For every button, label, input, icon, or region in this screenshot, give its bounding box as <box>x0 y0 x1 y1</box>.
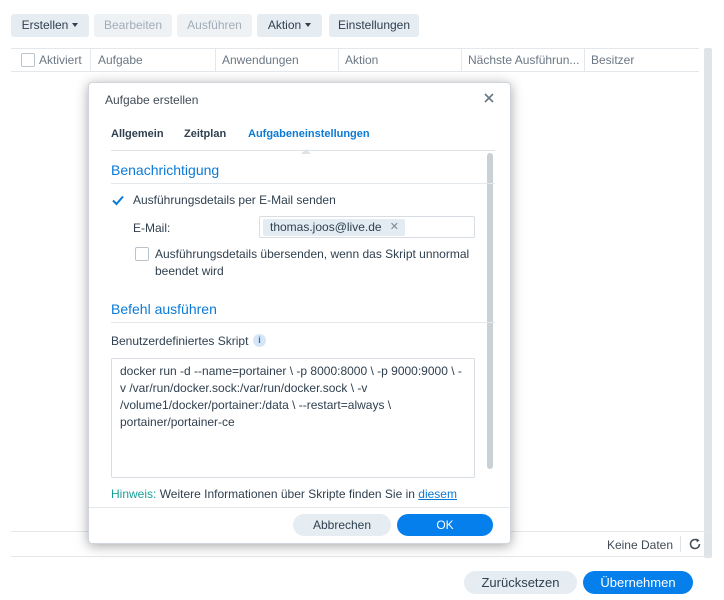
email-chip-text: thomas.joos@live.de <box>270 220 382 234</box>
dialog-footer-divider <box>89 507 510 508</box>
checkmark-icon[interactable] <box>111 193 125 207</box>
command-section-title: Befehl ausführen <box>111 301 217 317</box>
footer-divider <box>680 536 681 552</box>
send-details-label: Ausführungsdetails per E-Mail senden <box>133 193 336 207</box>
script-label: Benutzerdefiniertes Skript <box>111 334 249 348</box>
abnormal-exit-label-line2: beendet wird <box>155 264 224 278</box>
select-all-checkbox[interactable] <box>21 53 35 67</box>
remove-chip-icon[interactable]: ✕ <box>390 219 399 236</box>
dialog-title: Aufgabe erstellen <box>105 93 199 107</box>
create-button[interactable]: Erstellen <box>11 14 89 37</box>
section-divider <box>111 322 495 323</box>
no-data-text: Keine Daten <box>606 538 673 552</box>
notification-section-title: Benachrichtigung <box>111 162 220 178</box>
hint-link[interactable]: diesem <box>418 487 457 501</box>
ok-button[interactable]: OK <box>397 514 493 536</box>
dialog-tabs: Allgemein Zeitplan Aufgabeneinstellungen <box>111 128 495 154</box>
tab-task-settings[interactable]: Aufgabeneinstellungen <box>248 128 370 140</box>
section-divider <box>111 183 495 184</box>
cancel-button[interactable]: Abbrechen <box>293 514 391 536</box>
action-button-label: Aktion <box>267 18 302 32</box>
email-label: E-Mail: <box>133 221 171 235</box>
run-button[interactable]: Ausführen <box>177 14 252 37</box>
create-task-dialog: Aufgabe erstellen Allgemein Zeitplan Auf… <box>88 82 511 544</box>
active-tab-indicator <box>301 149 311 154</box>
task-grid-header: Aktiviert Aufgabe Anwendungen Aktion Näc… <box>11 48 699 72</box>
close-icon[interactable] <box>482 91 496 105</box>
column-header-applications[interactable]: Anwendungen <box>216 49 339 72</box>
dialog-scrollbar[interactable] <box>487 153 493 469</box>
create-button-label: Erstellen <box>21 18 69 32</box>
column-header-task[interactable]: Aufgabe <box>92 49 216 72</box>
column-header-action[interactable]: Aktion <box>339 49 462 72</box>
abnormal-exit-checkbox[interactable] <box>135 247 149 261</box>
script-textarea[interactable]: docker run -d --name=portainer \ -p 8000… <box>111 358 475 478</box>
edit-button[interactable]: Bearbeiten <box>94 14 172 37</box>
reset-button[interactable]: Zurücksetzen <box>464 571 577 594</box>
toolbar: Erstellen Bearbeiten Ausführen Aktion Ei… <box>0 0 724 46</box>
email-chip: thomas.joos@live.de ✕ <box>263 219 405 236</box>
column-header-owner[interactable]: Besitzer <box>585 49 699 72</box>
tab-schedule[interactable]: Zeitplan <box>184 128 226 140</box>
abnormal-exit-label-line1: Ausführungsdetails übersenden, wenn das … <box>155 247 470 261</box>
hint-text: Hinweis: Weitere Informationen über Skri… <box>111 487 457 501</box>
action-button[interactable]: Aktion <box>257 14 322 37</box>
hint-label: Hinweis: <box>111 487 157 501</box>
tab-general[interactable]: Allgemein <box>111 128 164 140</box>
email-input[interactable]: thomas.joos@live.de ✕ <box>259 216 475 238</box>
caret-down-icon <box>72 22 79 27</box>
settings-button[interactable]: Einstellungen <box>329 14 419 37</box>
refresh-icon[interactable] <box>687 536 703 552</box>
apply-button[interactable]: Übernehmen <box>583 571 693 594</box>
hint-body: Weitere Informationen über Skripte finde… <box>156 487 419 501</box>
grid-scrollbar[interactable] <box>704 48 712 558</box>
caret-down-icon <box>305 22 312 27</box>
info-icon[interactable]: i <box>253 334 266 347</box>
column-header-next-run[interactable]: Nächste Ausführun... <box>462 49 585 72</box>
